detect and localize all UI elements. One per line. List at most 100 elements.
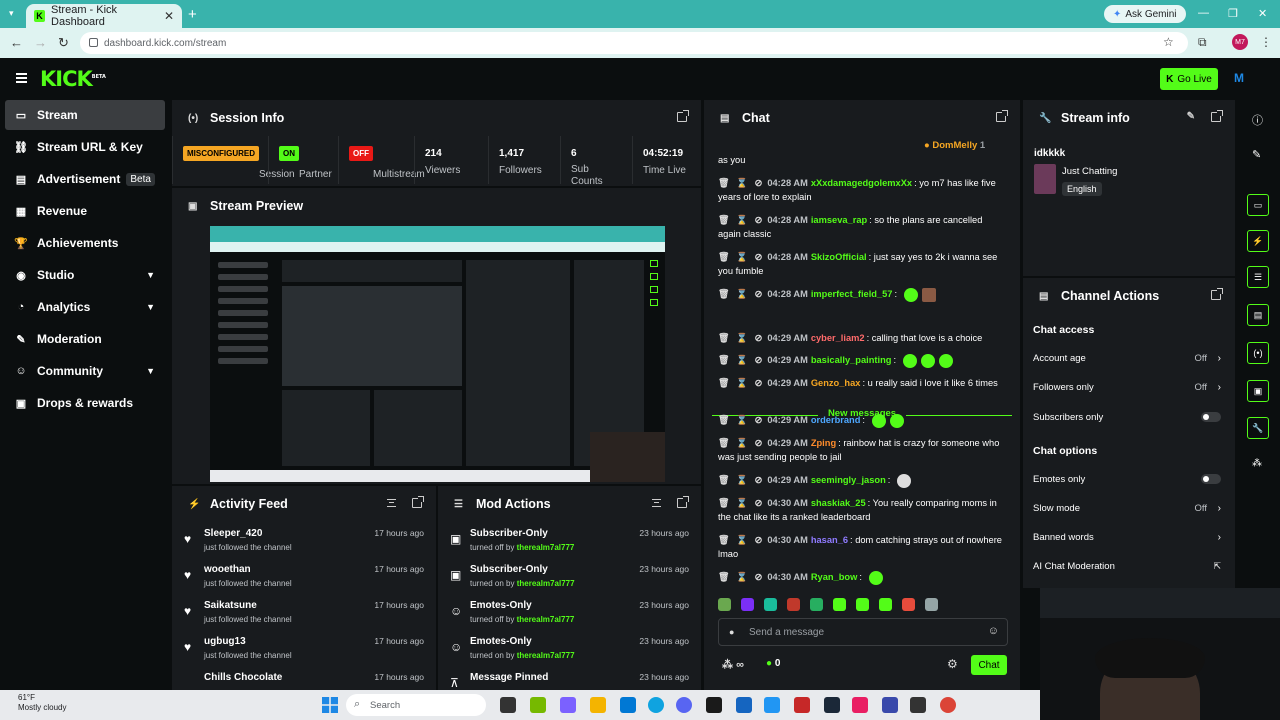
follower-name[interactable]: Saikatsune bbox=[204, 600, 257, 611]
category-thumbnail[interactable] bbox=[1034, 164, 1056, 194]
moderator-name[interactable]: therealm7al777 bbox=[517, 543, 575, 552]
task-view-icon[interactable] bbox=[500, 697, 516, 713]
gear-icon[interactable]: ⚙ bbox=[947, 657, 958, 671]
emote-icon[interactable] bbox=[787, 598, 800, 611]
restore-icon[interactable]: ❐ bbox=[1228, 7, 1238, 20]
popout-icon[interactable] bbox=[677, 496, 689, 508]
nvidia-icon[interactable] bbox=[530, 697, 546, 713]
file-explorer-icon[interactable] bbox=[590, 697, 606, 713]
browser-tab[interactable]: K Stream - Kick Dashboard ✕ bbox=[26, 4, 182, 28]
subscribers-only-toggle[interactable] bbox=[1201, 412, 1221, 422]
message-username[interactable]: shaskiak_25 bbox=[811, 498, 866, 508]
menu-icon[interactable] bbox=[16, 73, 27, 83]
follower-name[interactable]: Chills Chocolate bbox=[204, 672, 282, 683]
weather-widget[interactable]: 61°F Mostly cloudy bbox=[18, 693, 66, 713]
mod-tools-icon[interactable]: 🗑 ⌛ ⊘ bbox=[718, 252, 764, 262]
reward-icon[interactable]: ⁂ ∞ bbox=[722, 658, 744, 671]
chat-settings-icon[interactable]: ● bbox=[729, 627, 734, 637]
mod-tools-icon[interactable]: 🗑 ⌛ ⊘ bbox=[718, 438, 764, 448]
mod-tools-icon[interactable]: 🗑 ⌛ ⊘ bbox=[718, 289, 764, 299]
message-username[interactable]: Ryan_bow bbox=[811, 572, 858, 582]
sidebar-item-achievements[interactable]: 🏆 Achievements bbox=[5, 228, 165, 258]
taskbar-search[interactable]: ⌕ Search bbox=[346, 694, 486, 716]
follower-name[interactable]: wooethan bbox=[204, 564, 251, 575]
broadcast-icon[interactable]: (•) bbox=[1247, 342, 1269, 364]
kick-points[interactable]: ● 0 bbox=[766, 658, 780, 669]
chrome-icon[interactable] bbox=[940, 697, 956, 713]
message-username[interactable]: xXxdamagedgolemxXx bbox=[811, 178, 912, 188]
app-icon[interactable] bbox=[736, 697, 752, 713]
reload-icon[interactable]: ↻ bbox=[58, 35, 69, 51]
chat-bubble-icon[interactable]: ▤ bbox=[1247, 304, 1269, 326]
app-icon[interactable] bbox=[764, 697, 780, 713]
edit-icon[interactable]: ✎ bbox=[1252, 148, 1261, 161]
app-icon[interactable] bbox=[910, 697, 926, 713]
edit-icon[interactable]: ✎ bbox=[1187, 111, 1195, 122]
emote-icon[interactable] bbox=[764, 598, 777, 611]
message-username[interactable]: SkizoOfficial bbox=[811, 252, 867, 262]
mod-tools-icon[interactable]: 🗑 ⌛ ⊘ bbox=[718, 355, 764, 365]
back-icon[interactable]: ← bbox=[10, 35, 23, 50]
emote-icon[interactable] bbox=[718, 598, 731, 611]
close-window-icon[interactable]: ✕ bbox=[1258, 7, 1267, 20]
app-icon[interactable] bbox=[882, 697, 898, 713]
moderator-name[interactable]: therealm7al777 bbox=[517, 579, 575, 588]
browser-menu-icon[interactable]: ⋮ bbox=[1260, 35, 1272, 49]
emote-icon[interactable] bbox=[925, 598, 938, 611]
emote-icon[interactable] bbox=[810, 598, 823, 611]
sidebar-item-drops-rewards[interactable]: ▣ Drops & rewards bbox=[5, 388, 165, 418]
sidebar-item-moderation[interactable]: ✎ Moderation bbox=[5, 324, 165, 354]
sidebar-item-advertisement[interactable]: ▤ Advertisement Beta bbox=[5, 164, 165, 194]
lightning-icon[interactable]: ⚡ bbox=[1247, 230, 1269, 252]
moderator-name[interactable]: therealm7al777 bbox=[517, 651, 575, 660]
popout-icon[interactable] bbox=[677, 110, 689, 122]
ai-moderation-row[interactable]: AI Chat Moderation ⇱ bbox=[1033, 561, 1221, 581]
filter-icon[interactable] bbox=[387, 499, 396, 507]
channel-actions-icon[interactable]: ▣ bbox=[1247, 380, 1269, 402]
reward-icon[interactable]: ⁂ bbox=[1252, 458, 1262, 469]
minimize-icon[interactable]: — bbox=[1198, 7, 1209, 19]
sidebar-item-community[interactable]: ☺ Community ▼ bbox=[5, 356, 165, 386]
emote-icon[interactable] bbox=[833, 598, 846, 611]
adobe-icon[interactable] bbox=[794, 697, 810, 713]
sidebar-item-analytics[interactable]: ◔ Analytics ▼ bbox=[5, 292, 165, 322]
close-tab-icon[interactable]: ✕ bbox=[164, 9, 174, 23]
slow-mode-row[interactable]: Slow mode Off › bbox=[1033, 503, 1221, 523]
music-icon[interactable] bbox=[852, 697, 868, 713]
user-avatar[interactable]: M bbox=[1234, 71, 1248, 85]
steam-icon[interactable] bbox=[824, 697, 840, 713]
mod-tools-icon[interactable]: 🗑 ⌛ ⊘ bbox=[718, 572, 764, 582]
message-username[interactable]: seemingly_jason bbox=[811, 475, 886, 485]
copilot-icon[interactable] bbox=[560, 697, 576, 713]
windows-start-icon[interactable] bbox=[322, 697, 338, 713]
mod-tools-icon[interactable]: 🗑 ⌛ ⊘ bbox=[718, 415, 764, 425]
message-username[interactable]: orderbrand bbox=[811, 415, 861, 425]
sidebar-item-studio[interactable]: ◉ Studio ▼ bbox=[5, 260, 165, 290]
popout-icon[interactable] bbox=[412, 496, 424, 508]
category-name[interactable]: Just Chatting bbox=[1062, 166, 1117, 177]
message-username[interactable]: basically_painting bbox=[811, 355, 892, 365]
message-username[interactable]: hasan_6 bbox=[811, 535, 848, 545]
wrench-icon[interactable]: 🔧 bbox=[1247, 417, 1269, 439]
emote-icon[interactable] bbox=[902, 598, 915, 611]
follower-name[interactable]: ugbug13 bbox=[204, 636, 246, 647]
sidebar-item-stream[interactable]: ▭ Stream bbox=[5, 100, 165, 130]
store-icon[interactable] bbox=[620, 697, 636, 713]
message-username[interactable]: Zping bbox=[811, 438, 836, 448]
message-username[interactable]: imperfect_field_57 bbox=[811, 289, 893, 299]
site-info-icon[interactable] bbox=[89, 38, 98, 47]
chat-send-button[interactable]: Chat bbox=[971, 655, 1007, 675]
mod-tools-icon[interactable]: 🗑 ⌛ ⊘ bbox=[718, 378, 764, 388]
sidebar-item-revenue[interactable]: ▦ Revenue bbox=[5, 196, 165, 226]
profile-avatar[interactable]: M7 bbox=[1232, 34, 1248, 50]
chat-message-input[interactable]: ● Send a message ☺ bbox=[718, 618, 1008, 646]
mod-tools-icon[interactable]: 🗑 ⌛ ⊘ bbox=[718, 475, 764, 485]
emotes-only-toggle[interactable] bbox=[1201, 474, 1221, 484]
emote-icon[interactable] bbox=[856, 598, 869, 611]
stream-preview-video[interactable] bbox=[210, 226, 665, 482]
ad-icon[interactable]: ▭ bbox=[1247, 194, 1269, 216]
emote-icon[interactable] bbox=[879, 598, 892, 611]
list-icon[interactable]: ☰ bbox=[1247, 266, 1269, 288]
edge-icon[interactable] bbox=[648, 697, 664, 713]
discord-icon[interactable] bbox=[676, 697, 692, 713]
